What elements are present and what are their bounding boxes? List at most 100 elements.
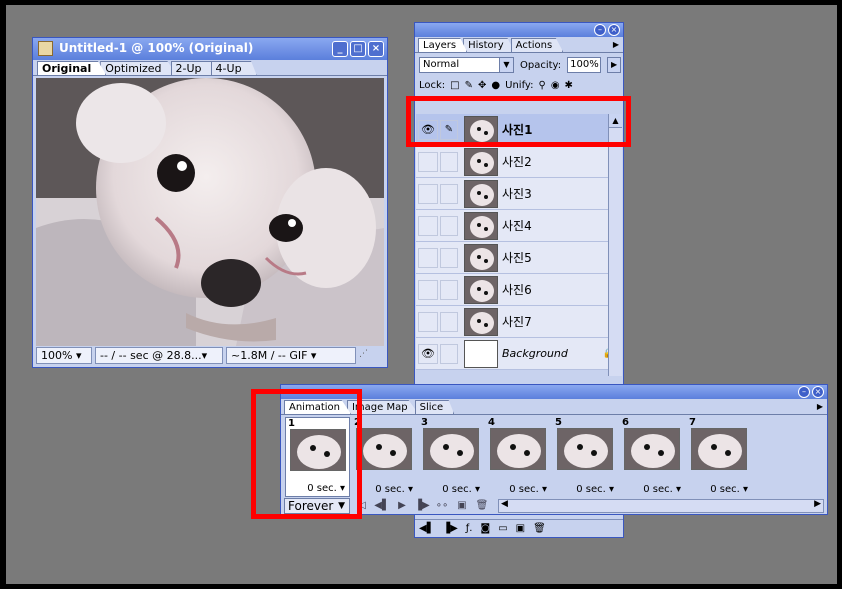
layer-name[interactable]: 사진5 xyxy=(502,249,532,266)
frame-delay[interactable]: 0 sec. ▾ xyxy=(576,484,614,495)
blend-mode-select[interactable]: Normal ▼ xyxy=(419,57,514,73)
visibility-toggle[interactable] xyxy=(418,279,438,300)
layer-name[interactable]: 사진1 xyxy=(502,121,532,138)
palette-menu-arrow-icon[interactable]: ▶ xyxy=(817,402,823,411)
animation-palette-titlebar[interactable]: – × xyxy=(281,385,827,399)
resize-grip[interactable]: ⋰ xyxy=(359,347,379,364)
tab-actions[interactable]: Actions xyxy=(510,38,564,52)
link-toggle[interactable] xyxy=(440,151,458,172)
frame-delay[interactable]: 0 sec. ▾ xyxy=(509,484,547,495)
palette-minimize-button[interactable]: – xyxy=(798,386,810,398)
layer-name[interactable]: 사진2 xyxy=(502,153,532,170)
dog-photo-canvas[interactable] xyxy=(36,78,384,346)
lock-position-icon[interactable]: ✥ xyxy=(478,80,486,91)
tab-layers[interactable]: Layers xyxy=(418,38,468,52)
scroll-left-icon[interactable]: ◀ xyxy=(501,499,508,509)
visibility-toggle[interactable] xyxy=(418,311,438,332)
file-size-select[interactable]: ~1.8M / -- GIF ▾ xyxy=(226,347,356,364)
frame-delay[interactable]: 0 sec. ▾ xyxy=(375,484,413,495)
visibility-toggle[interactable] xyxy=(418,215,438,236)
layer-row[interactable]: 사진7 xyxy=(416,306,622,338)
previous-frame-icon[interactable]: ◀▌ xyxy=(419,523,434,534)
visibility-toggle[interactable] xyxy=(418,183,438,204)
tab-history[interactable]: History xyxy=(463,38,515,52)
zoom-select[interactable]: 100% ▾ xyxy=(36,347,92,364)
frame-delay[interactable]: 0 sec. ▾ xyxy=(710,484,748,495)
layer-row[interactable]: 👁 Background 🔒 xyxy=(416,338,622,370)
palette-menu-arrow-icon[interactable]: ▶ xyxy=(613,40,619,49)
scroll-up-icon[interactable]: ▲ xyxy=(609,114,622,128)
visibility-toggle[interactable] xyxy=(418,151,438,172)
layers-palette-titlebar[interactable]: – × xyxy=(415,23,623,37)
layer-name[interactable]: 사진3 xyxy=(502,185,532,202)
unify-position-icon[interactable]: ⚲ xyxy=(538,80,545,91)
visibility-toggle[interactable] xyxy=(418,247,438,268)
layer-row[interactable]: 사진2 xyxy=(416,146,622,178)
unify-visibility-icon[interactable]: ◉ xyxy=(551,80,560,91)
lock-image-icon[interactable]: ✎ xyxy=(465,80,473,91)
next-frame-icon[interactable]: ▐▶ xyxy=(442,523,457,534)
link-toggle[interactable] xyxy=(440,343,458,364)
trash-icon[interactable]: 🗑 xyxy=(533,523,546,534)
tab-image-map[interactable]: Image Map xyxy=(346,400,419,414)
animation-frame[interactable]: 2 0 sec. ▾ xyxy=(352,417,417,497)
lock-all-icon[interactable]: ● xyxy=(491,80,500,91)
link-toggle[interactable] xyxy=(440,279,458,300)
download-time-select[interactable]: -- / -- sec @ 28.8...▾ xyxy=(95,347,223,364)
palette-close-button[interactable]: × xyxy=(812,386,824,398)
animation-frame[interactable]: 3 0 sec. ▾ xyxy=(419,417,484,497)
tab-original[interactable]: Original xyxy=(37,61,107,75)
first-frame-icon[interactable]: ◁ xyxy=(354,498,370,514)
tab-animation[interactable]: Animation xyxy=(284,400,351,414)
palette-minimize-button[interactable]: – xyxy=(594,24,606,36)
tween-icon[interactable]: ∘∘ xyxy=(434,498,450,514)
tab-4-up[interactable]: 4-Up xyxy=(210,61,257,75)
animation-frame[interactable]: 7 0 sec. ▾ xyxy=(687,417,752,497)
animation-frame[interactable]: 5 0 sec. ▾ xyxy=(553,417,618,497)
document-titlebar[interactable]: Untitled-1 @ 100% (Original) _ □ × xyxy=(33,38,387,60)
frame-delay[interactable]: 0 sec. ▾ xyxy=(307,483,345,494)
link-toggle[interactable] xyxy=(440,215,458,236)
link-toggle[interactable] xyxy=(440,247,458,268)
loop-select[interactable]: Forever ▼ xyxy=(284,497,350,514)
minimize-button[interactable]: _ xyxy=(332,41,348,57)
lock-transparency-icon[interactable]: □ xyxy=(450,80,459,91)
layer-row[interactable]: 사진4 xyxy=(416,210,622,242)
layer-row[interactable]: 사진6 xyxy=(416,274,622,306)
new-set-icon[interactable]: ▭ xyxy=(498,523,507,534)
animation-frame[interactable]: 1 0 sec. ▾ xyxy=(285,417,350,497)
link-toggle[interactable] xyxy=(440,183,458,204)
tab-2-up[interactable]: 2-Up xyxy=(170,61,217,75)
tab-slice[interactable]: Slice xyxy=(414,400,455,414)
frames-scrollbar[interactable]: ◀ ▶ xyxy=(498,498,824,513)
layer-name[interactable]: 사진4 xyxy=(502,217,532,234)
tab-optimized[interactable]: Optimized xyxy=(100,61,177,75)
unify-style-icon[interactable]: ✱ xyxy=(565,80,573,91)
layer-name[interactable]: 사진6 xyxy=(502,281,532,298)
layer-style-icon[interactable]: ƒ. xyxy=(466,523,473,534)
frame-delay[interactable]: 0 sec. ▾ xyxy=(442,484,480,495)
duplicate-frame-icon[interactable]: ▣ xyxy=(454,498,470,514)
layers-scrollbar[interactable]: ▲ xyxy=(608,114,622,376)
palette-close-button[interactable]: × xyxy=(608,24,620,36)
opacity-slider-button[interactable]: ▶ xyxy=(607,57,622,73)
new-layer-icon[interactable]: ▣ xyxy=(516,523,525,534)
eye-icon[interactable]: 👁 xyxy=(418,119,438,140)
close-button[interactable]: × xyxy=(368,41,384,57)
animation-frame[interactable]: 4 0 sec. ▾ xyxy=(486,417,551,497)
add-mask-icon[interactable]: ◙ xyxy=(480,523,490,534)
layer-row[interactable]: 👁 ✎ 사진1 xyxy=(416,114,622,146)
animation-frame[interactable]: 6 0 sec. ▾ xyxy=(620,417,685,497)
previous-frame-icon[interactable]: ◀▌ xyxy=(374,498,390,514)
layer-name[interactable]: 사진7 xyxy=(502,313,532,330)
maximize-button[interactable]: □ xyxy=(350,41,366,57)
link-toggle[interactable] xyxy=(440,311,458,332)
trash-icon[interactable]: 🗑 xyxy=(474,498,490,514)
frame-delay[interactable]: 0 sec. ▾ xyxy=(643,484,681,495)
layer-row[interactable]: 사진3 xyxy=(416,178,622,210)
next-frame-icon[interactable]: ▐▶ xyxy=(414,498,430,514)
play-icon[interactable]: ▶ xyxy=(394,498,410,514)
layer-row[interactable]: 사진5 xyxy=(416,242,622,274)
layer-name[interactable]: Background xyxy=(502,347,568,360)
scroll-right-icon[interactable]: ▶ xyxy=(814,499,821,509)
